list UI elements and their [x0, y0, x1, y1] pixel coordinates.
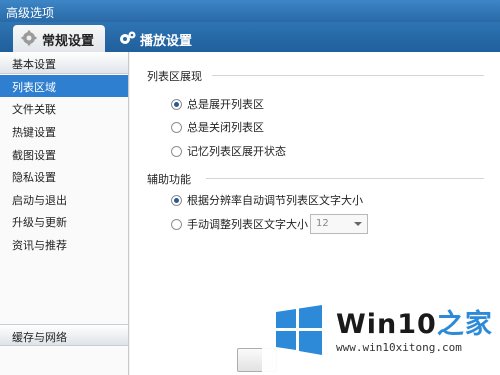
section-title-list-display: 列表区展现: [147, 70, 202, 83]
tab-playback-settings[interactable]: 播放设置: [111, 25, 201, 52]
watermark-url: www.win10xitong.com: [336, 341, 462, 354]
watermark: Win10之家 www.win10xitong.com: [262, 296, 500, 375]
tab-playback-label: 播放设置: [140, 34, 193, 49]
sidebar-item-hotkeys[interactable]: 热键设置: [0, 120, 128, 142]
option-always-expand[interactable]: 总是展开列表区: [171, 96, 264, 112]
tab-general-label: 常规设置: [42, 34, 95, 49]
sidebar-item-label: 隐私设置: [12, 171, 56, 184]
option-label: 手动调整列表区文字大小: [187, 218, 308, 231]
chevron-down-icon: [354, 222, 362, 226]
section-divider: [212, 75, 484, 76]
sidebar-item-label: 截图设置: [12, 149, 56, 162]
sidebar-item-label: 启动与退出: [12, 194, 67, 207]
sidebar-item-startup-exit[interactable]: 启动与退出: [0, 188, 128, 210]
watermark-title: Win10之家: [336, 302, 493, 341]
sidebar: 基本设置 列表区域 文件关联 热键设置 截图设置 隐私设置 启动与退出 升级与更…: [0, 52, 129, 375]
sidebar-item-news[interactable]: 资讯与推荐: [0, 233, 128, 255]
sidebar-item-privacy[interactable]: 隐私设置: [0, 165, 128, 187]
gear-icon: [21, 30, 37, 46]
sidebar-item-label: 基本设置: [12, 58, 56, 71]
watermark-title-main: Win10: [336, 309, 437, 340]
option-label: 根据分辨率自动调节列表区文字大小: [187, 194, 363, 207]
sidebar-item-label: 升级与更新: [12, 216, 67, 229]
option-label: 总是关闭列表区: [187, 121, 264, 134]
sidebar-item-label: 列表区域: [12, 81, 56, 94]
sidebar-item-file-association[interactable]: 文件关联: [0, 97, 128, 119]
windows-logo-icon: [276, 305, 322, 355]
gears-icon: [119, 30, 136, 46]
section-divider: [206, 178, 484, 179]
window-title: 高级选项: [6, 6, 55, 20]
sidebar-item-label: 文件关联: [12, 103, 56, 116]
radio-button[interactable]: [171, 218, 182, 230]
sidebar-item-label: 资讯与推荐: [12, 239, 67, 252]
option-remember-state[interactable]: 记忆列表区展开状态: [171, 143, 286, 159]
sidebar-item-upgrade[interactable]: 升级与更新: [0, 210, 128, 232]
advanced-options-window: 高级选项 常规设置 播放设置 基本设置 列表区域 文件关联 热键设置 截图设置 …: [0, 0, 500, 375]
option-auto-font-size[interactable]: 根据分辨率自动调节列表区文字大小: [171, 192, 363, 208]
radio-button[interactable]: [171, 121, 182, 133]
sidebar-item-screenshot[interactable]: 截图设置: [0, 143, 128, 165]
font-size-value: 12: [316, 218, 329, 229]
option-manual-font-size[interactable]: 手动调整列表区文字大小: [171, 216, 308, 232]
tab-strip: 常规设置 播放设置: [0, 22, 500, 52]
font-size-select[interactable]: 12: [310, 214, 368, 234]
option-always-collapse[interactable]: 总是关闭列表区: [171, 119, 264, 135]
sidebar-item-list-area[interactable]: 列表区域: [0, 75, 128, 97]
radio-button[interactable]: [171, 98, 182, 110]
sidebar-item-basic[interactable]: 基本设置: [0, 52, 128, 74]
watermark-title-accent: 之家: [436, 309, 493, 340]
radio-button[interactable]: [171, 145, 182, 157]
option-label: 记忆列表区展开状态: [187, 145, 286, 158]
radio-button[interactable]: [171, 194, 182, 206]
section-title-accessibility: 辅助功能: [147, 173, 191, 186]
option-label: 总是展开列表区: [187, 98, 264, 111]
sidebar-item-cache-network[interactable]: 缓存与网络: [0, 324, 128, 346]
sidebar-item-label: 缓存与网络: [12, 331, 67, 344]
sidebar-item-label: 热键设置: [12, 126, 56, 139]
tab-general-settings[interactable]: 常规设置: [13, 25, 105, 52]
window-titlebar: 高级选项: [0, 0, 500, 22]
